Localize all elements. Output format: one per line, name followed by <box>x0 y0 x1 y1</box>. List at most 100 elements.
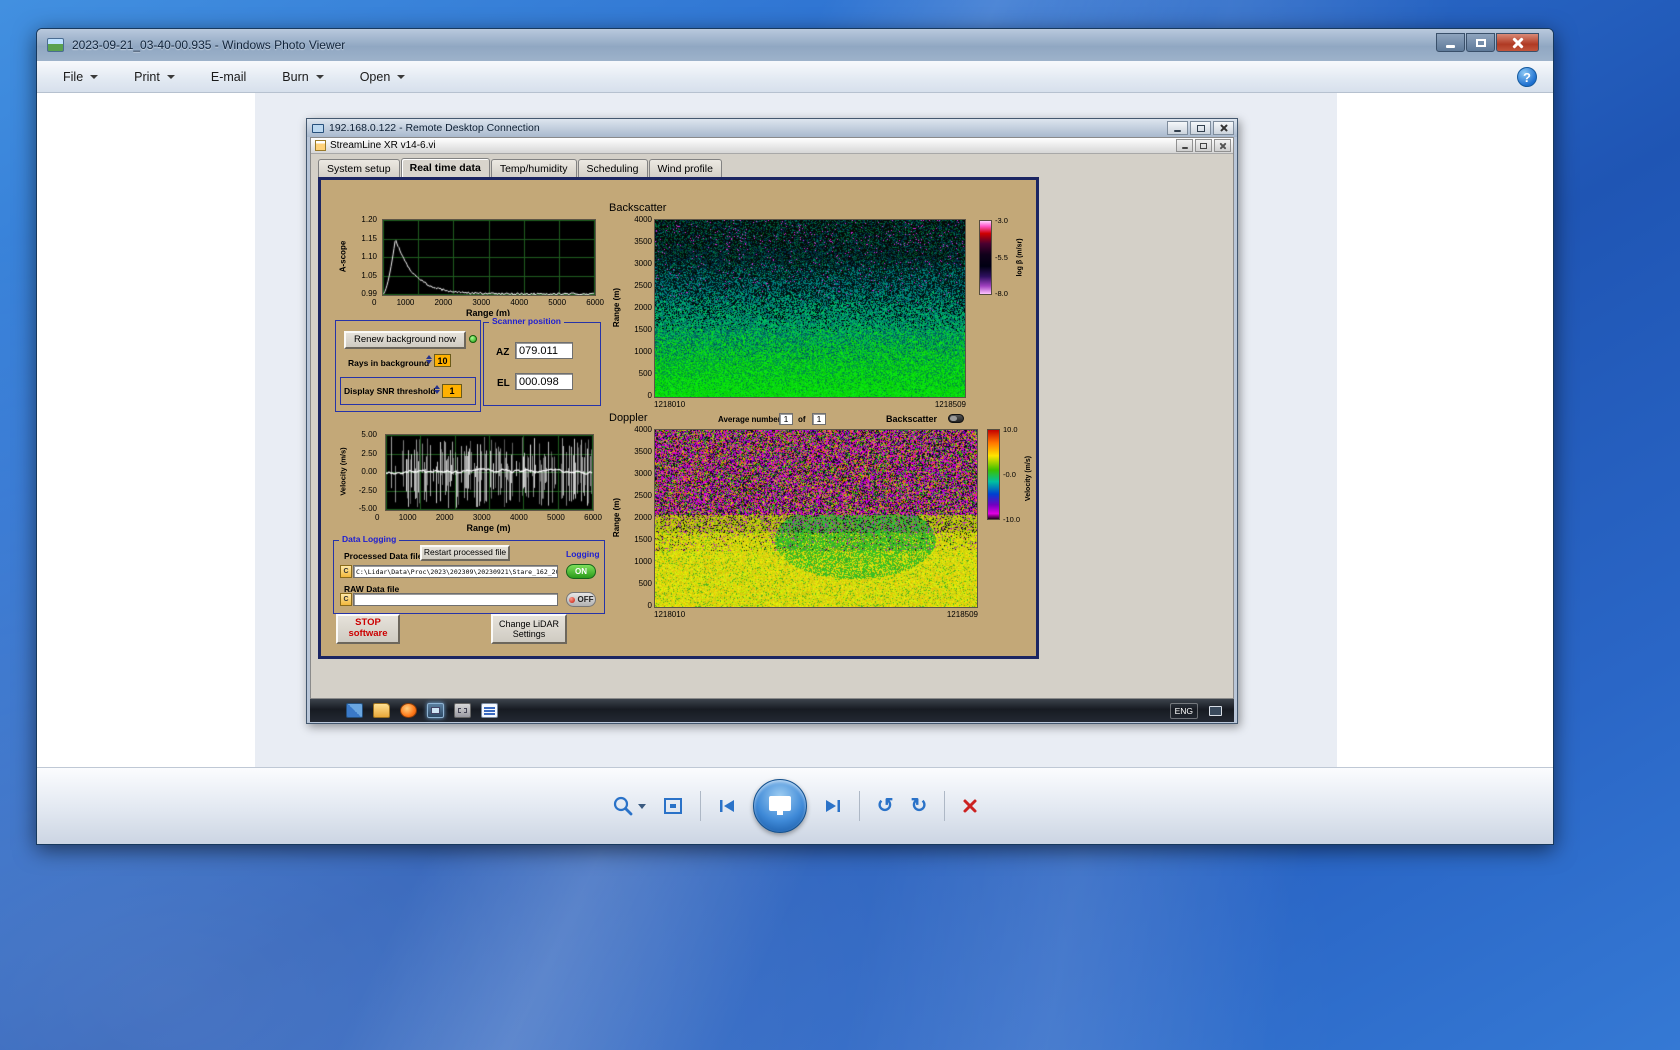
minimize-button[interactable] <box>1436 33 1465 52</box>
tab-scheduling[interactable]: Scheduling <box>578 159 648 177</box>
off-label: OFF <box>578 595 594 604</box>
raw-path-input[interactable] <box>353 593 558 606</box>
raw-logging-toggle[interactable]: OFF <box>566 592 596 607</box>
backscatter-xlabels: 1218010 1218509 <box>654 400 966 409</box>
rays-value[interactable]: 10 <box>434 354 451 367</box>
backscatter-yticks: 40003500300025002000150010005000 <box>622 215 652 400</box>
zoom-button[interactable] <box>612 795 646 817</box>
taskbar-explorer-icon[interactable] <box>373 703 390 718</box>
maximize-button[interactable] <box>1466 33 1495 52</box>
doppler-colorbar <box>987 429 1000 520</box>
taskbar-active-app-icon[interactable] <box>427 703 444 718</box>
actual-size-button[interactable] <box>663 796 683 816</box>
scanner-position-group: Scanner position AZ 079.011 EL 000.098 <box>483 322 601 406</box>
labview-app-icon <box>315 140 326 151</box>
doppler-ylabel: Range (m) <box>611 429 622 606</box>
taskbar-notepad-icon[interactable] <box>481 703 498 718</box>
doppler-cbtick: -0.0 <box>1003 470 1016 479</box>
menu-file[interactable]: File <box>63 70 98 84</box>
next-button[interactable] <box>824 798 842 814</box>
snr-stepper[interactable] <box>433 385 440 394</box>
previous-button[interactable] <box>718 798 736 814</box>
doppler-x-end: 1218509 <box>947 610 978 619</box>
background-led <box>469 335 477 343</box>
data-logging-group: Data Logging Processed Data file Restart… <box>333 540 605 614</box>
doppler-x-start: 1218010 <box>654 610 685 619</box>
ascope-xtick: 5000 <box>548 298 566 307</box>
menu-email[interactable]: E-mail <box>211 70 246 84</box>
rotate-clockwise-button[interactable]: ↻ <box>911 796 928 816</box>
average-number-label: Average number <box>718 415 781 424</box>
taskbar-monitor-icon[interactable] <box>1209 706 1222 716</box>
drive-icon[interactable]: C <box>340 593 352 606</box>
photo-viewer-window: 2023-09-21_03-40-00.935 - Windows Photo … <box>36 28 1554 845</box>
average-number-value[interactable]: 1 <box>779 413 793 425</box>
backscatter-display-toggle[interactable] <box>948 414 964 423</box>
az-value[interactable]: 079.011 <box>515 342 573 359</box>
taskbar-firefox-icon[interactable] <box>400 703 417 718</box>
streamline-window-controls <box>1176 139 1231 152</box>
menu-burn[interactable]: Burn <box>282 70 323 84</box>
velocity-xtick: 5000 <box>547 513 565 522</box>
slideshow-icon <box>767 795 793 817</box>
drive-icon[interactable]: C <box>340 565 352 578</box>
close-button[interactable] <box>1496 33 1539 52</box>
el-value[interactable]: 000.098 <box>515 373 573 390</box>
doppler-ytick: 3500 <box>634 447 652 456</box>
tab-wind-profile[interactable]: Wind profile <box>649 159 722 177</box>
sl-close-button[interactable] <box>1214 139 1231 152</box>
backscatter-cbtick: -3.0 <box>995 216 1008 225</box>
tab-real-time-data[interactable]: Real time data <box>401 158 490 177</box>
processed-path-input[interactable]: C:\Lidar\Data\Proc\2023\202309\20230921\… <box>353 565 558 578</box>
sl-minimize-button[interactable] <box>1176 139 1193 152</box>
ascope-xtick: 6000 <box>586 298 604 307</box>
taskbar-capture-icon[interactable] <box>454 703 471 718</box>
language-indicator[interactable]: ENG <box>1170 703 1198 719</box>
scanner-position-title: Scanner position <box>489 316 564 326</box>
stop-software-button[interactable]: STOP software <box>336 614 400 644</box>
restart-processed-file-button[interactable]: Restart processed file <box>420 545 510 561</box>
next-icon <box>824 798 842 814</box>
rdp-close-button[interactable] <box>1213 121 1234 135</box>
doppler-cbtick: -10.0 <box>1003 515 1020 524</box>
change-lidar-settings-button[interactable]: Change LiDAR Settings <box>491 614 567 644</box>
velocity-xtick: 0 <box>375 513 379 522</box>
velocity-xtick: 2000 <box>436 513 454 522</box>
velocity-ytick: 0.00 <box>361 467 377 476</box>
delete-button[interactable] <box>962 798 978 814</box>
streamline-titlebar[interactable]: StreamLine XR v14-6.vi <box>311 138 1233 154</box>
rdp-window: 192.168.0.122 - Remote Desktop Connectio… <box>306 118 1238 724</box>
previous-icon <box>718 798 736 814</box>
velocity-xtick: 4000 <box>510 513 528 522</box>
tab-temp-humidity[interactable]: Temp/humidity <box>491 159 577 177</box>
backscatter-ytick: 3500 <box>634 237 652 246</box>
doppler-yticks: 40003500300025002000150010005000 <box>622 425 652 610</box>
viewer-content: 192.168.0.122 - Remote Desktop Connectio… <box>37 93 1553 767</box>
sl-restore-button[interactable] <box>1195 139 1212 152</box>
ascope-xtick: 3000 <box>472 298 490 307</box>
doppler-colorbar-label: Velocity (m/s) <box>1023 433 1034 524</box>
average-total-value[interactable]: 1 <box>812 413 826 425</box>
rays-label: Rays in background <box>348 358 429 368</box>
rdp-desktop: StreamLine XR v14-6.vi System setup Real… <box>310 137 1234 722</box>
rdp-titlebar[interactable]: 192.168.0.122 - Remote Desktop Connectio… <box>307 119 1237 137</box>
rays-stepper[interactable] <box>425 355 432 364</box>
menu-print[interactable]: Print <box>134 70 175 84</box>
renew-background-button[interactable]: Renew background now <box>344 331 466 349</box>
photo-viewer-titlebar[interactable]: 2023-09-21_03-40-00.935 - Windows Photo … <box>37 29 1553 61</box>
processed-logging-toggle[interactable]: ON <box>566 564 596 579</box>
rdp-minimize-button[interactable] <box>1167 121 1188 135</box>
menu-open-label: Open <box>360 70 391 84</box>
menu-open[interactable]: Open <box>360 70 406 84</box>
snr-value[interactable]: 1 <box>442 384 462 398</box>
tab-system-setup[interactable]: System setup <box>318 159 400 177</box>
help-button[interactable]: ? <box>1517 67 1537 87</box>
rotate-counterclockwise-button[interactable]: ↺ <box>877 796 894 816</box>
doppler-ytick: 0 <box>648 601 652 610</box>
rdp-maximize-button[interactable] <box>1190 121 1211 135</box>
play-slideshow-button[interactable] <box>753 779 807 833</box>
backscatter-cbtick: -5.5 <box>995 253 1008 262</box>
velocity-ytick: 5.00 <box>361 430 377 439</box>
backscatter-colorbar-ticks: -3.0-5.5-8.0 <box>995 216 1017 298</box>
taskbar-start-icon[interactable] <box>346 703 363 718</box>
